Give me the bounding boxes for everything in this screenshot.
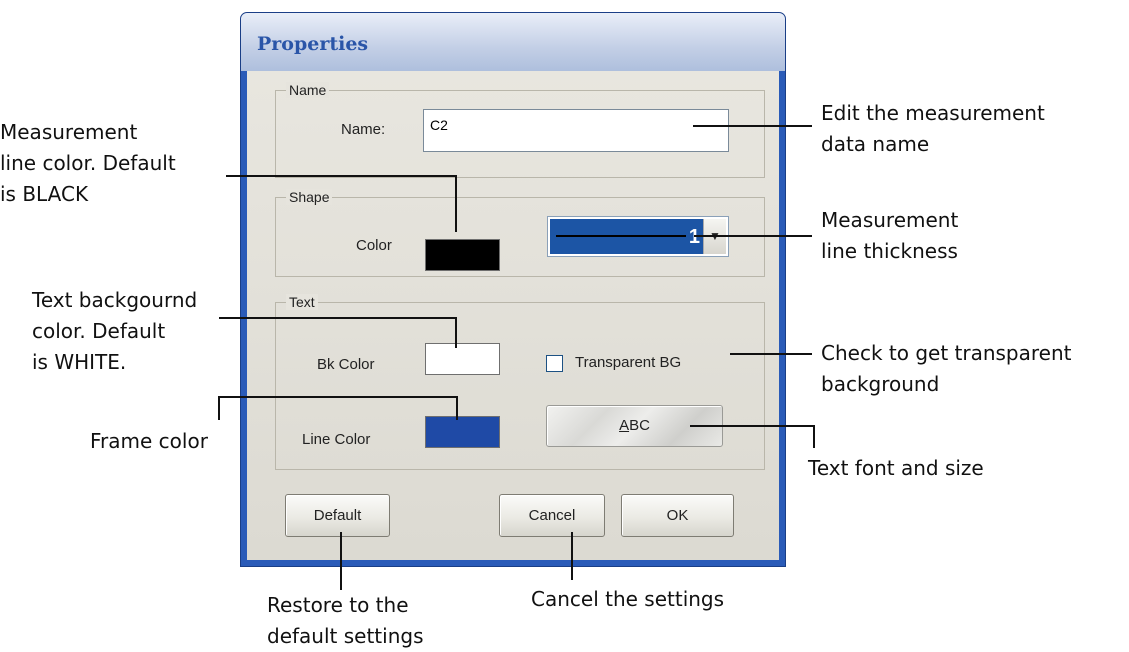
name-group-label: Name (286, 82, 330, 98)
name-group: Name Name: C2 (275, 82, 765, 178)
annotation-bk-color: Text backgournd color. Default is WHITE. (32, 288, 198, 374)
shape-color-swatch[interactable] (425, 239, 500, 271)
default-button[interactable]: Default (285, 494, 390, 537)
title-bar[interactable]: Properties (241, 13, 785, 71)
dialog-title: Properties (257, 33, 369, 55)
thickness-value: 1 (688, 226, 700, 248)
bk-color-swatch[interactable] (425, 343, 500, 375)
annotation-edit-name: Edit the measurement data name (821, 101, 1045, 156)
annotation-cancel: Cancel the settings (531, 587, 725, 611)
line-color-swatch[interactable] (425, 416, 500, 448)
line-thickness-dropdown[interactable]: 1 ▼ (547, 216, 729, 257)
dialog-client-area: Name Name: C2 Shape Color 1 ▼ Text Bk Co… (247, 71, 779, 560)
transparent-bg-label: Transparent BG (575, 354, 682, 371)
ok-button-label: OK (666, 507, 689, 524)
annotation-thickness: Measurement line thickness (821, 208, 959, 263)
annotation-restore: Restore to the default settings (267, 593, 424, 648)
bk-color-label: Bk Color (317, 356, 375, 373)
cancel-button[interactable]: Cancel (499, 494, 605, 537)
line-color-label: Line Color (302, 431, 371, 448)
ok-button[interactable]: OK (621, 494, 734, 537)
cancel-button-label: Cancel (528, 507, 576, 524)
line-thickness-selected: 1 (550, 219, 704, 254)
annotation-line-color: Measurement line color. Default is BLACK (0, 120, 176, 206)
default-button-label: Default (313, 507, 362, 524)
shape-color-label: Color (356, 237, 392, 254)
properties-dialog: Properties Name Name: C2 Shape Color 1 ▼… (240, 12, 786, 567)
name-field-label: Name: (341, 121, 386, 138)
annotation-font-size: Text font and size (808, 456, 984, 480)
thickness-preview-line (556, 235, 686, 237)
annotation-transparent: Check to get transparent background (821, 341, 1072, 396)
font-button-label: ABC (619, 417, 650, 434)
name-input[interactable]: C2 (423, 109, 729, 152)
text-group-label: Text (286, 294, 318, 310)
annotation-frame-color: Frame color (90, 429, 208, 453)
chevron-down-icon[interactable]: ▼ (703, 219, 726, 254)
transparent-bg-checkbox[interactable] (546, 355, 563, 372)
font-abc-button[interactable]: ABC (546, 405, 723, 447)
shape-group-label: Shape (286, 189, 333, 205)
